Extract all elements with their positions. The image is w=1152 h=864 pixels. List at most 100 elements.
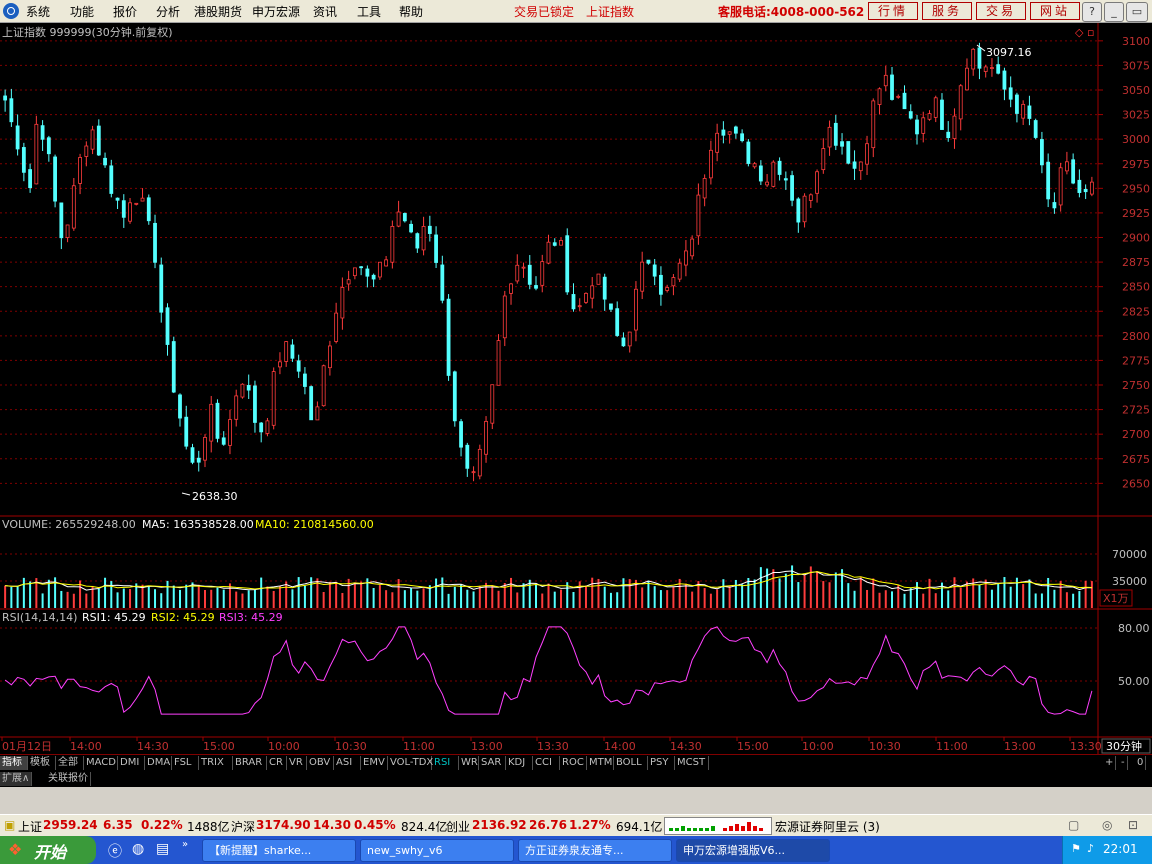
candle (96, 119, 101, 156)
clock[interactable]: 22:01 (1103, 842, 1138, 856)
candle-body (134, 202, 139, 205)
candle-body (565, 235, 570, 293)
tab-obv[interactable]: OBV (307, 756, 334, 770)
period-label[interactable]: 30分钟 (1106, 739, 1142, 753)
tab-boll[interactable]: BOLL (614, 756, 648, 770)
tab-模板[interactable]: 模板 (28, 756, 56, 770)
candle-body (1077, 179, 1082, 193)
tab-指标[interactable]: 指标 (0, 756, 28, 770)
task-swhy[interactable]: 申万宏源增强版V6... (676, 839, 830, 862)
candle (146, 194, 151, 225)
task-fangzheng[interactable]: 方正证券泉友通专... (518, 839, 672, 862)
tab-asi[interactable]: ASI (334, 756, 361, 770)
pin-icon[interactable]: ◇ (1075, 26, 1084, 39)
server-label[interactable]: 宏源证券阿里云 (3) (775, 818, 880, 835)
candle-body (109, 165, 114, 194)
tab-sar[interactable]: SAR (479, 756, 506, 770)
signal-icon[interactable]: ◎ (1102, 818, 1112, 832)
tab-mtm[interactable]: MTM (587, 756, 614, 770)
candle-body (534, 285, 538, 289)
tab-rsi[interactable]: RSI (432, 756, 459, 770)
tab-cci[interactable]: CCI (533, 756, 560, 770)
website-button[interactable]: 网站 (1030, 2, 1080, 20)
rsi1-label: RSI1: 45.29 (82, 611, 146, 624)
trade-button[interactable]: 交易 (976, 2, 1026, 20)
tab-全部[interactable]: 全部 (56, 756, 84, 770)
tab-emv[interactable]: EMV (361, 756, 388, 770)
candle-body (990, 67, 994, 69)
help-window-button[interactable]: ? (1082, 2, 1102, 22)
tab-brar[interactable]: BRAR (233, 756, 267, 770)
tab-wr[interactable]: WR (459, 756, 479, 770)
menu-analysis[interactable]: 分析 (156, 3, 180, 20)
tab-zoom-0[interactable]: + (1103, 756, 1117, 770)
tray-flag-icon[interactable]: ⚑ (1071, 842, 1081, 855)
market-button[interactable]: 行情 (868, 2, 918, 20)
ie-icon[interactable]: ⓔ (108, 841, 122, 861)
task-folder[interactable]: new_swhy_v6 (360, 839, 514, 862)
tab-trix[interactable]: TRIX (199, 756, 233, 770)
menu-quote[interactable]: 报价 (113, 3, 137, 20)
tab-vr[interactable]: VR (287, 756, 307, 770)
menu-system[interactable]: 系统 (26, 3, 50, 20)
tab-roc[interactable]: ROC (560, 756, 587, 770)
menu-hk-futures[interactable]: 港股期货 (194, 3, 242, 20)
strength-bars (669, 822, 763, 831)
chart-area[interactable]: 3100 3075 3050 3025 3000 2975 2950 2925 2900 2875… (0, 23, 1152, 754)
tab-mcst[interactable]: MCST (675, 756, 709, 770)
menu-tools[interactable]: 工具 (357, 3, 381, 20)
tab-zoom-1[interactable]: - (1119, 756, 1128, 770)
menu-function[interactable]: 功能 (70, 3, 94, 20)
candle-body (196, 457, 201, 463)
tab-dma[interactable]: DMA (145, 756, 172, 770)
kline-chart[interactable]: 3100 3075 3050 3025 3000 2975 2950 2925 2900 2875… (0, 23, 1152, 754)
menu-help[interactable]: 帮助 (399, 3, 423, 20)
candle-body (1008, 87, 1013, 100)
tab-psy[interactable]: PSY (648, 756, 675, 770)
tab-cr[interactable]: CR (267, 756, 287, 770)
candle (1008, 76, 1013, 108)
tab-expand[interactable]: 扩展∧ (0, 772, 33, 786)
low-marker-label: 2638.30 (192, 490, 238, 503)
service-button[interactable]: 服务 (922, 2, 972, 20)
menu-news[interactable]: 资讯 (313, 3, 337, 20)
browser-icon[interactable]: ◍ (132, 841, 144, 857)
tab-related-quotes[interactable]: 关联报价 (46, 772, 91, 786)
candle (340, 277, 345, 330)
candle-body (377, 261, 382, 278)
tab-kdj[interactable]: KDJ (506, 756, 533, 770)
price-ticks: 3100 3075 3050 3025 3000 2975 2950 2925 2900 2875… (1122, 35, 1150, 491)
candle-body (96, 125, 101, 156)
candle-body (546, 241, 551, 264)
candle (1040, 131, 1044, 174)
tab-vol-tdx[interactable]: VOL-TDX (388, 756, 433, 770)
candle-body (627, 331, 632, 347)
candle (708, 140, 713, 185)
candle (315, 401, 320, 421)
start-button[interactable]: ❖ 开始 (0, 836, 96, 864)
expand-icon[interactable]: ▫ (1087, 26, 1094, 39)
candle (440, 255, 445, 304)
candle-body (502, 295, 507, 339)
tab-fsl[interactable]: FSL (172, 756, 199, 770)
candle (465, 442, 470, 477)
candle-body (659, 274, 663, 295)
minimize-button[interactable]: _ (1104, 2, 1124, 22)
tab-zoom-2[interactable]: 0 (1135, 756, 1147, 770)
quicklaunch-expand-icon[interactable]: » (182, 839, 188, 850)
candle (371, 273, 376, 288)
show-desktop-icon[interactable]: ▤ (156, 841, 169, 857)
tab-dmi[interactable]: DMI (118, 756, 145, 770)
restore-button[interactable]: ▭ (1126, 2, 1148, 22)
lock-icon[interactable]: ⊡ (1128, 818, 1138, 832)
tray-volume-icon[interactable]: ♪ (1087, 842, 1094, 855)
candle (908, 104, 913, 120)
tab-macd[interactable]: MACD (84, 756, 118, 770)
candle (577, 298, 582, 312)
menu-swhy[interactable]: 申万宏源 (252, 3, 300, 20)
window-icon[interactable]: ▢ (1068, 818, 1079, 832)
candle (1015, 92, 1019, 123)
task-browser[interactable]: 【新提醒】sharke... (202, 839, 356, 862)
candle (415, 232, 420, 253)
candle-body (983, 66, 988, 72)
